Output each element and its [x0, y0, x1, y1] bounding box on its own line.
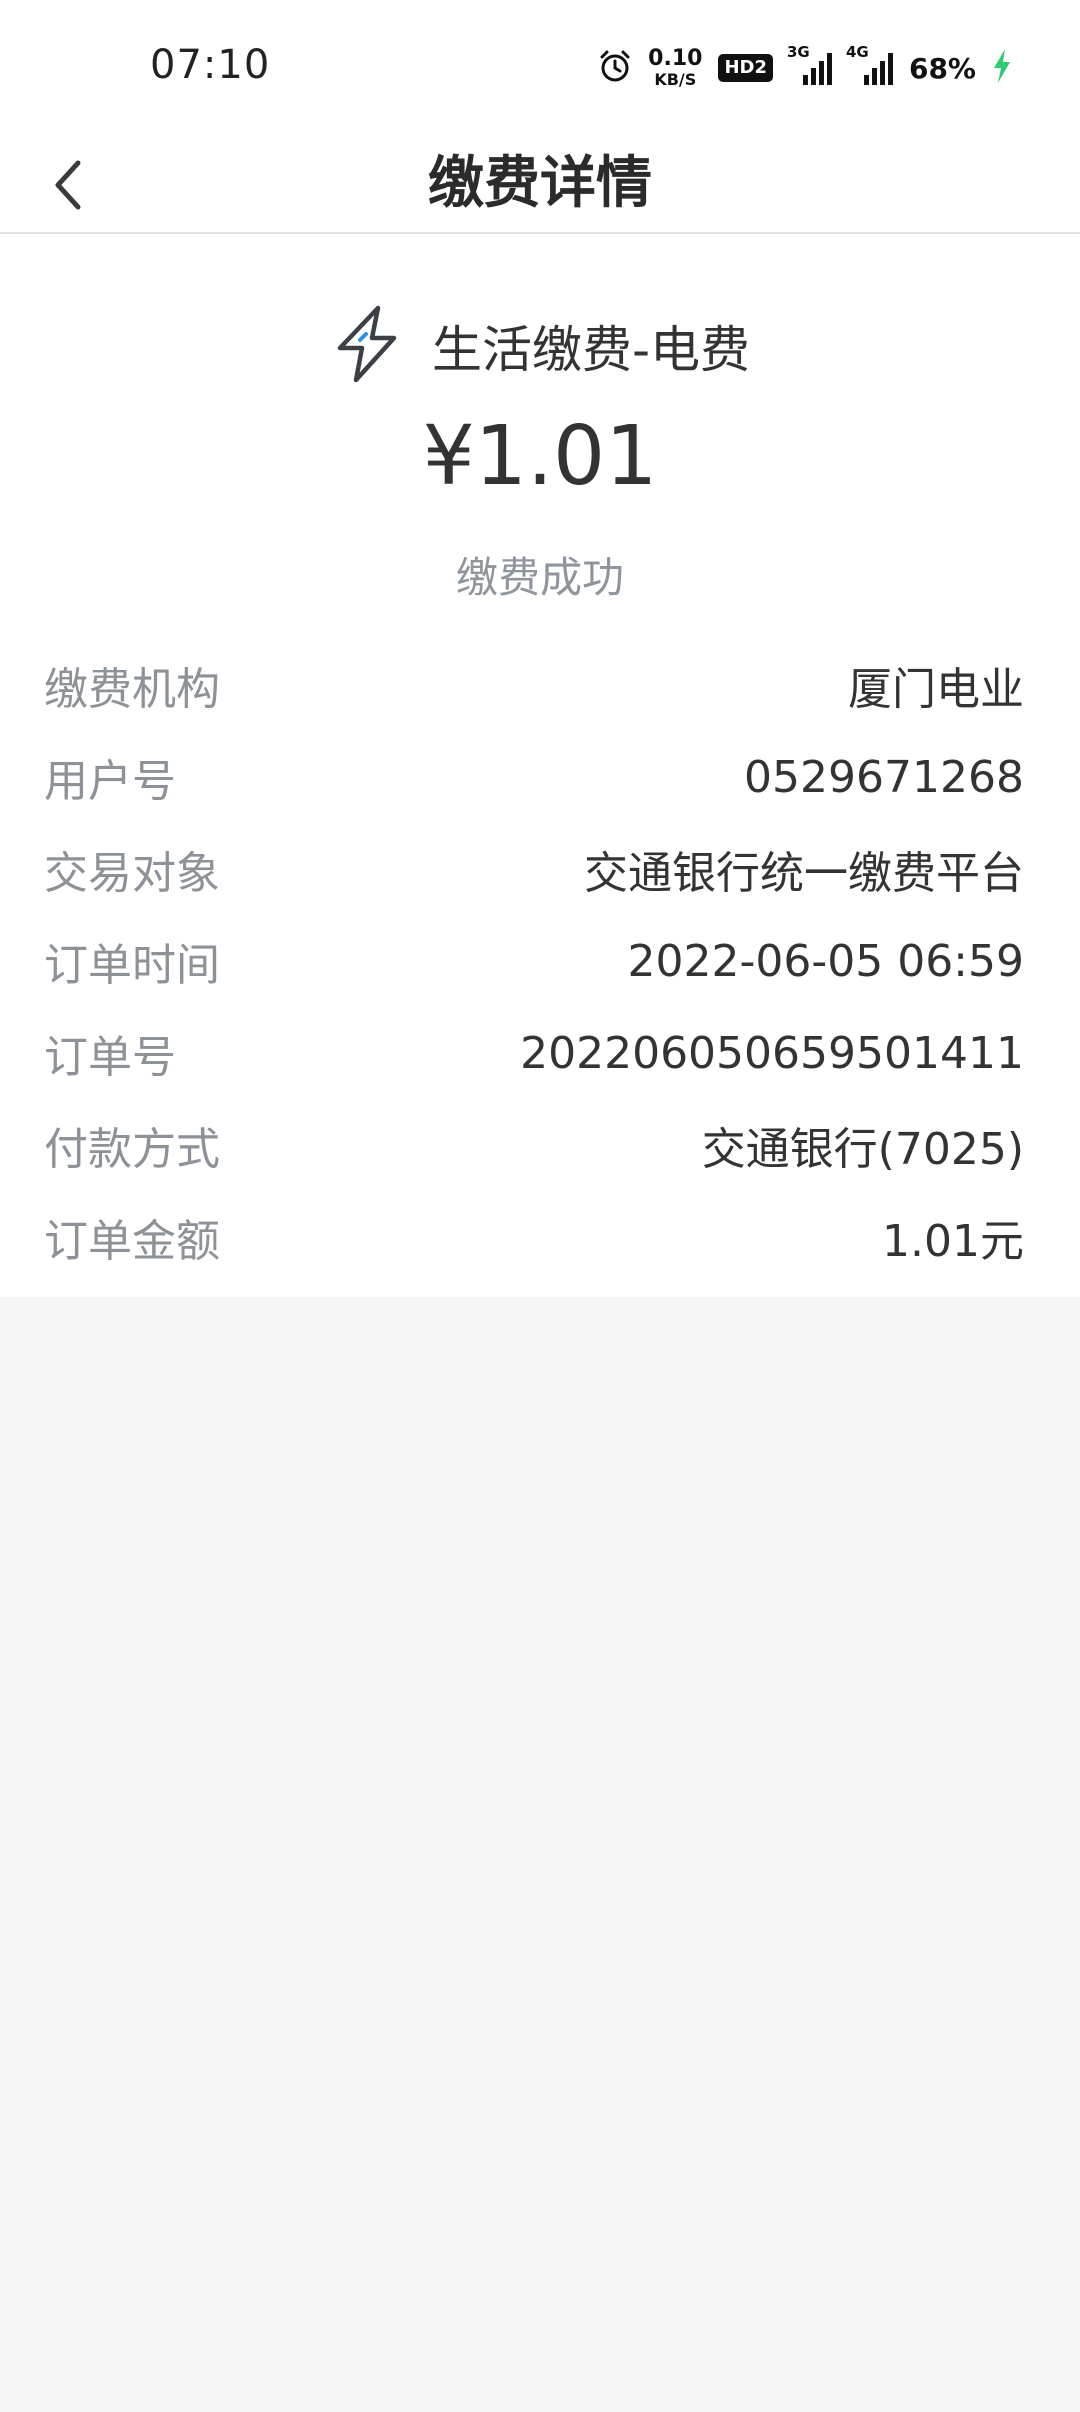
hd-voice-icon: HD2 [718, 54, 773, 82]
alarm-icon [598, 49, 632, 87]
status-icons: 0.10 KB/S HD2 3G 4G 68% [598, 40, 1012, 96]
status-time: 07:10 [150, 42, 271, 88]
detail-label: 订单金额 [44, 1216, 220, 1267]
detail-row-account-number: 用户号 0529671268 [0, 731, 1080, 823]
detail-row-payment-method: 付款方式 交通银行(7025) [0, 1099, 1080, 1191]
chevron-left-icon [55, 160, 81, 210]
network-speed-unit: KB/S [654, 70, 697, 89]
nav-header: 缴费详情 [0, 135, 1080, 234]
detail-list: 缴费机构 厦门电业 用户号 0529671268 交易对象 交通银行统一缴费平台… [0, 639, 1080, 1283]
detail-value: 202206050659501411 [520, 1027, 1024, 1079]
charging-bolt-icon [992, 48, 1012, 88]
payment-amount: ¥1.01 [422, 409, 658, 504]
business-name: 生活缴费-电费 [431, 321, 751, 379]
business-line: 生活缴费-电费 [0, 304, 1080, 388]
signal-4g-icon: 4G [846, 43, 893, 85]
page-title: 缴费详情 [428, 151, 652, 216]
payment-status: 缴费成功 [455, 553, 624, 602]
signal-3g-icon: 3G [787, 43, 832, 85]
lightning-icon [330, 304, 404, 388]
detail-value: 0529671268 [744, 751, 1024, 803]
detail-label: 缴费机构 [44, 664, 220, 715]
detail-value: 厦门电业 [848, 664, 1024, 715]
network-speed: 0.10 KB/S [648, 48, 702, 88]
detail-label: 订单号 [44, 1032, 176, 1083]
detail-row-order-time: 订单时间 2022-06-05 06:59 [0, 915, 1080, 1007]
detail-value: 1.01元 [882, 1216, 1024, 1267]
back-button[interactable] [28, 145, 108, 225]
detail-label: 交易对象 [44, 848, 220, 899]
detail-row-institution: 缴费机构 厦门电业 [0, 639, 1080, 731]
detail-row-order-amount: 订单金额 1.01元 [0, 1191, 1080, 1283]
battery-percentage: 68% [908, 51, 976, 85]
detail-label: 订单时间 [44, 940, 220, 991]
signal-4g-label: 4G [845, 43, 869, 61]
detail-row-counterparty: 交易对象 交通银行统一缴费平台 [0, 823, 1080, 915]
detail-value: 交通银行(7025) [701, 1124, 1024, 1175]
signal-3g-label: 3G [786, 43, 810, 61]
detail-label: 用户号 [44, 756, 176, 807]
network-speed-value: 0.10 [648, 46, 703, 71]
detail-row-order-number: 订单号 202206050659501411 [0, 1007, 1080, 1099]
detail-value: 交通银行统一缴费平台 [584, 848, 1024, 899]
status-bar: 07:10 0.10 KB/S HD2 3G 4G 68% [0, 0, 1080, 135]
detail-label: 付款方式 [44, 1124, 220, 1175]
payment-detail-card: 生活缴费-电费 ¥1.01 缴费成功 缴费机构 厦门电业 用户号 0529671… [0, 234, 1080, 1297]
detail-value: 2022-06-05 06:59 [627, 935, 1025, 987]
